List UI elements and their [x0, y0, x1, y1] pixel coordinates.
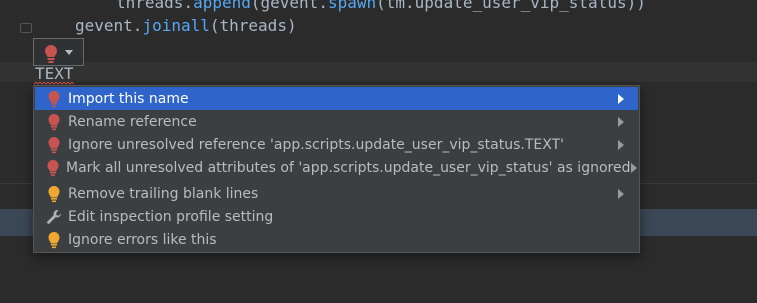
code-token: .: [318, 0, 328, 12]
menu-item-label: Rename reference: [68, 113, 197, 130]
submenu-arrow-icon: [616, 116, 626, 127]
submenu-arrow-icon: [616, 139, 626, 150]
code-token: (: [376, 0, 386, 12]
yellow-bulb-icon: [46, 185, 62, 203]
code-token: gevent: [75, 16, 133, 35]
red-bulb-icon: [46, 136, 62, 154]
red-bulb-icon: [46, 113, 62, 131]
code-token: tm.update_user_vip_status: [385, 0, 627, 12]
code-token: (: [209, 16, 220, 35]
menu-item-label: Mark all unresolved attributes of 'app.s…: [66, 159, 631, 176]
menu-item-label: Import this name: [68, 90, 189, 107]
red-bulb-icon: [46, 159, 60, 177]
intention-actions-popup[interactable]: Import this name Rename reference Ignore…: [33, 85, 640, 253]
menu-item-ignore-errors-like-this[interactable]: Ignore errors like this: [35, 228, 638, 251]
menu-item-mark-all-unresolved-attributes[interactable]: Mark all unresolved attributes of 'app.s…: [35, 156, 638, 179]
menu-item-rename-reference[interactable]: Rename reference: [35, 110, 638, 133]
code-token: threads: [116, 0, 184, 12]
code-token: spawn: [327, 0, 377, 12]
chevron-down-icon: [65, 50, 73, 55]
unresolved-reference-token[interactable]: TEXT: [35, 64, 74, 83]
current-line-highlight: [0, 62, 757, 82]
submenu-arrow-icon: [616, 188, 626, 199]
code-token: .: [183, 0, 194, 12]
fold-marker-icon[interactable]: [20, 23, 32, 33]
menu-item-ignore-unresolved-reference[interactable]: Ignore unresolved reference 'app.scripts…: [35, 133, 638, 156]
code-token: append: [193, 0, 251, 12]
red-bulb-icon: [45, 45, 73, 63]
red-bulb-icon: [46, 90, 62, 108]
code-token: (: [250, 0, 261, 12]
intention-bulb-button[interactable]: [33, 38, 84, 66]
menu-item-label: Ignore errors like this: [68, 231, 217, 248]
code-line-1[interactable]: threads.append(gevent.spawn(tm.update_us…: [116, 0, 646, 12]
code-line-2[interactable]: gevent.joinall(threads): [75, 16, 297, 35]
submenu-arrow-icon: [630, 162, 638, 173]
code-token: )): [626, 0, 646, 12]
menu-item-remove-trailing-blank-lines[interactable]: Remove trailing blank lines: [35, 182, 638, 205]
menu-item-edit-inspection-profile-setting[interactable]: Edit inspection profile setting: [35, 205, 638, 228]
menu-item-label: Ignore unresolved reference 'app.scripts…: [68, 136, 565, 153]
menu-item-import-this-name[interactable]: Import this name: [35, 87, 638, 110]
wrench-icon: [46, 208, 62, 226]
submenu-arrow-icon: [616, 93, 626, 104]
menu-item-label: Edit inspection profile setting: [68, 208, 274, 225]
code-token: gevent: [260, 0, 319, 12]
yellow-bulb-icon: [46, 231, 62, 249]
menu-item-label: Remove trailing blank lines: [68, 185, 259, 202]
code-token: .: [132, 16, 143, 35]
code-token: threads: [219, 16, 287, 35]
code-token: ): [286, 16, 297, 35]
code-token: joinall: [142, 16, 210, 35]
